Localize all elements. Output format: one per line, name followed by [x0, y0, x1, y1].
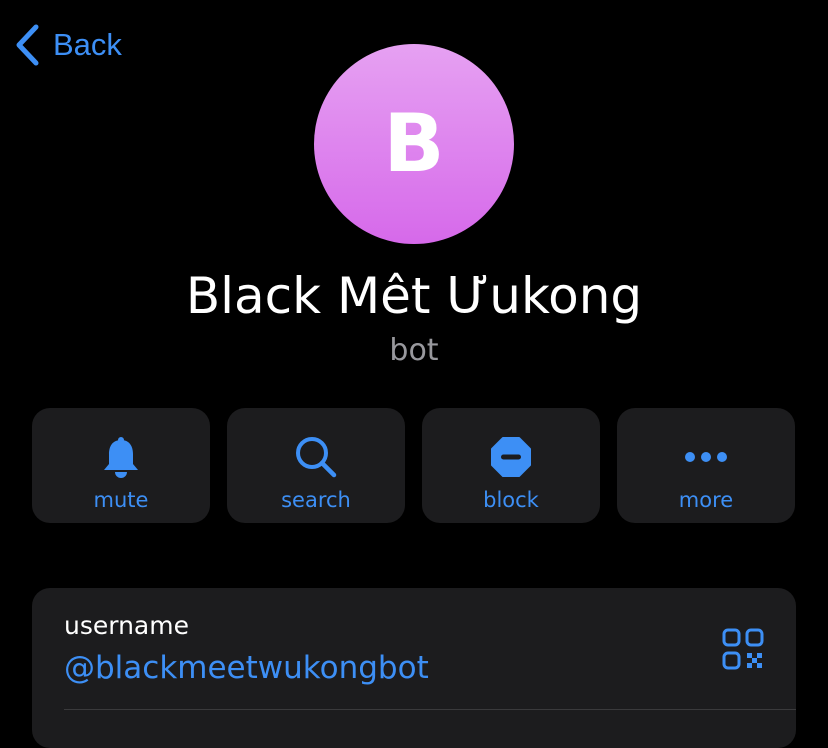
profile-subtitle: bot — [389, 333, 439, 368]
qr-code-button[interactable] — [722, 628, 764, 670]
avatar-letter: B — [383, 97, 445, 190]
search-icon — [227, 432, 405, 482]
card-divider — [64, 709, 796, 710]
chevron-left-icon — [14, 23, 40, 67]
block-icon — [422, 432, 600, 482]
back-button[interactable]: Back — [14, 22, 122, 68]
back-label: Back — [53, 27, 122, 62]
username-value[interactable]: @blackmeetwukongbot — [64, 646, 429, 690]
mute-label: mute — [93, 488, 149, 512]
qr-code-icon — [722, 628, 764, 674]
more-icon — [617, 432, 795, 482]
search-label: search — [281, 488, 351, 512]
block-label: block — [483, 488, 539, 512]
mute-button[interactable]: mute — [32, 408, 210, 523]
block-button[interactable]: block — [422, 408, 600, 523]
search-button[interactable]: search — [227, 408, 405, 523]
avatar[interactable]: B — [314, 44, 514, 244]
bell-icon — [32, 432, 210, 482]
more-label: more — [678, 488, 734, 512]
profile-name: Black Mêt Ưukong — [185, 267, 643, 325]
info-card: username @blackmeetwukongbot — [32, 588, 796, 748]
more-button[interactable]: more — [617, 408, 795, 523]
username-label: username — [64, 611, 189, 640]
